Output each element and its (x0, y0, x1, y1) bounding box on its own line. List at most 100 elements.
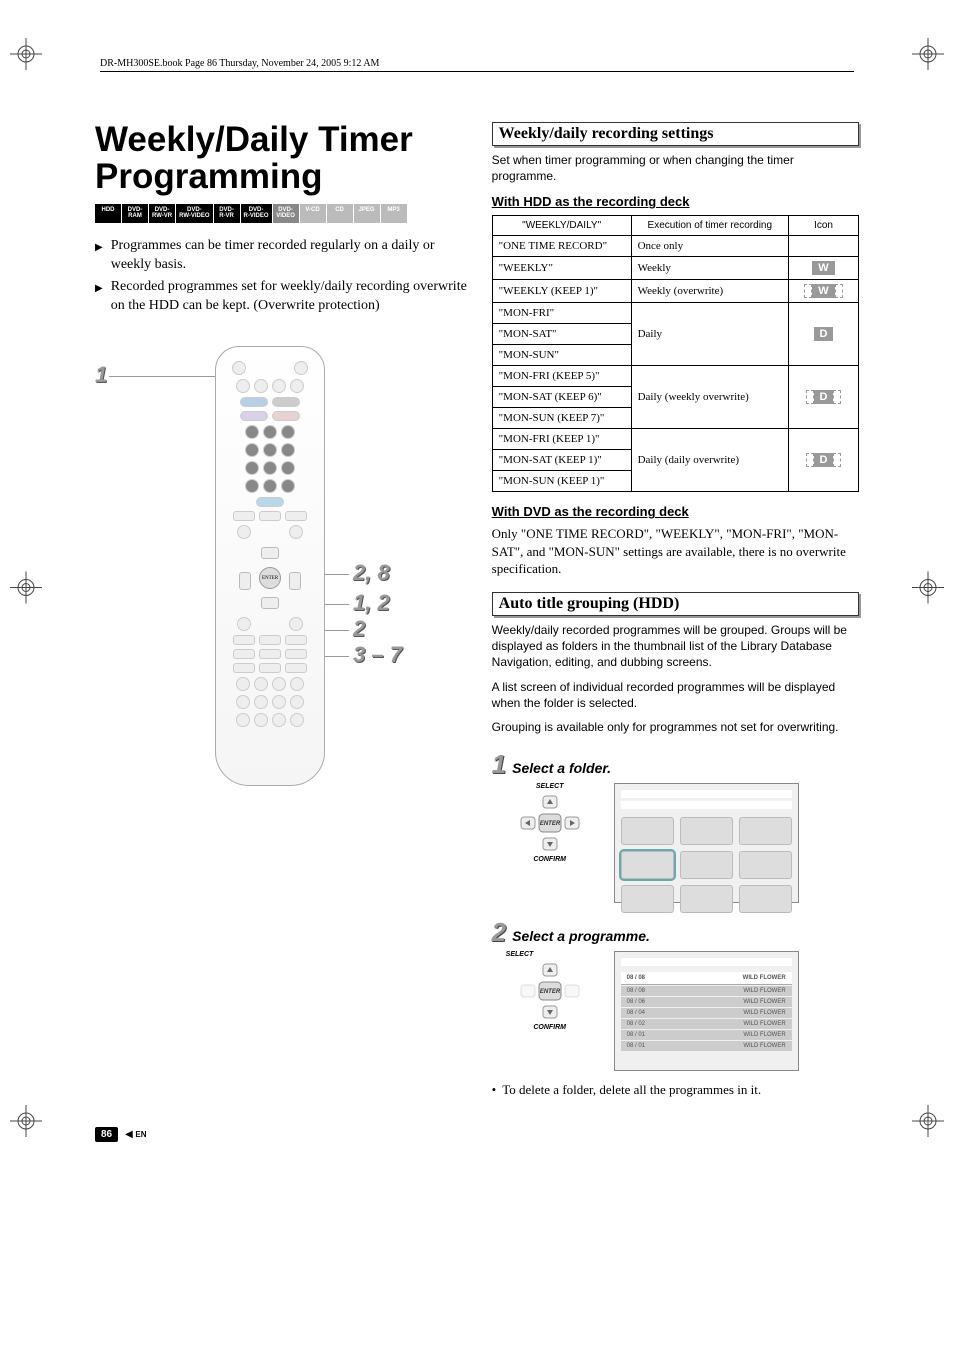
overwrite-icon: D (814, 453, 834, 467)
list-row: 08 / 01 WILD FLOWER (621, 1041, 792, 1051)
weekly-daily-cell: "ONE TIME RECORD" (492, 236, 631, 257)
execution-cell: Daily (daily overwrite) (631, 429, 788, 492)
table-row: "WEEKLY (KEEP 1)"Weekly (overwrite) W (492, 280, 858, 303)
list-row-date: 08 / 02 (627, 1021, 645, 1027)
thumbnail-screen-figure (614, 783, 799, 903)
remote-callout-label: 1, 2 (353, 590, 390, 616)
format-badge-row: HDD DVD- RAM DVD- RW-VR DVD- RW-VIDEO DV… (95, 204, 470, 223)
table-header: Execution of timer recording (631, 216, 788, 236)
paragraph: A list screen of individual recorded pro… (492, 679, 859, 711)
icon-cell: D (789, 429, 859, 492)
print-reg-mark (10, 38, 42, 75)
note-text: To delete a folder, delete all the progr… (502, 1081, 761, 1099)
timer-icon: W (812, 261, 834, 275)
paragraph: Set when timer programming or when chang… (492, 152, 859, 184)
list-row-title: WILD FLOWER (743, 1043, 785, 1049)
sub-heading: With DVD as the recording deck (492, 504, 859, 519)
weekly-daily-cell: "MON-SAT" (492, 324, 631, 345)
step-text: Select a programme. (512, 928, 650, 944)
list-row: 08 / 04 WILD FLOWER (621, 1008, 792, 1018)
weekly-daily-cell: "MON-SAT (KEEP 1)" (492, 450, 631, 471)
list-header-right: WILD FLOWER (743, 975, 786, 981)
weekly-daily-cell: "MON-SAT (KEEP 6)" (492, 387, 631, 408)
bullet-item: ▶ Recorded programmes set for weekly/dai… (95, 278, 470, 316)
table-row: "MON-FRI"DailyD (492, 303, 858, 324)
table-header: "WEEKLY/DAILY" (492, 216, 631, 236)
list-header-left: 08 / 08 (627, 975, 645, 981)
recording-settings-table: "WEEKLY/DAILY" Execution of timer record… (492, 215, 859, 492)
icon-cell (789, 236, 859, 257)
book-header-line: DR-MH300SE.book Page 86 Thursday, Novemb… (100, 58, 854, 72)
icon-cell: W (789, 280, 859, 303)
icon-cell: W (789, 257, 859, 280)
table-row: "ONE TIME RECORD"Once only (492, 236, 858, 257)
paragraph: Only "ONE TIME RECORD", "WEEKLY", "MON-F… (492, 525, 859, 578)
enter-label: ENTER (540, 821, 561, 827)
list-row: 08 / 02WILD FLOWER (621, 1019, 792, 1029)
sub-heading: With HDD as the recording deck (492, 194, 859, 209)
format-badge: DVD- R-VR (214, 204, 240, 223)
format-badge: DVD- VIDEO (273, 204, 299, 223)
bullet-item: ▶ Programmes can be timer recorded regul… (95, 237, 470, 275)
weekly-daily-cell: "MON-SUN" (492, 345, 631, 366)
paragraph: Grouping is available only for programme… (492, 719, 859, 735)
section-heading: Weekly/daily recording settings (492, 122, 859, 146)
select-label: SELECT (506, 951, 594, 958)
list-screen-figure: 08 / 08 WILD FLOWER 08 / 08WILD FLOWER08… (614, 951, 799, 1071)
lang-code: EN (135, 1130, 146, 1139)
execution-cell: Once only (631, 236, 788, 257)
section-heading: Auto title grouping (HDD) (492, 592, 859, 616)
format-badge: JPEG (354, 204, 380, 223)
format-badge: CD (327, 204, 353, 223)
confirm-label: CONFIRM (506, 1024, 594, 1031)
execution-cell: Weekly (overwrite) (631, 280, 788, 303)
title-line: Weekly/Daily Timer (95, 120, 413, 159)
print-reg-mark (10, 1105, 42, 1142)
list-row: 08 / 01WILD FLOWER (621, 1030, 792, 1040)
step-text: Select a folder. (512, 760, 611, 776)
list-row: 08 / 08 WILD FLOWER (621, 986, 792, 996)
list-row-title: WILD FLOWER (743, 988, 785, 994)
format-badge: HDD (95, 204, 121, 223)
note-bullet: • To delete a folder, delete all the pro… (492, 1081, 859, 1099)
overwrite-icon: W (812, 284, 834, 298)
remote-dpad: ENTER (239, 547, 301, 609)
dpad-select-confirm-figure: SELECT ENTER CONFIRM (506, 951, 594, 1031)
format-badge: DVD- RW-VIDEO (176, 204, 212, 223)
step-number: 2 (492, 919, 506, 945)
list-row-date: 08 / 01 (627, 1043, 645, 1049)
remote-body: ENTER (215, 346, 325, 786)
weekly-daily-cell: "MON-FRI (KEEP 5)" (492, 366, 631, 387)
list-row-title: WILD FLOWER (743, 1010, 785, 1016)
list-row-date: 08 / 08 (627, 988, 645, 994)
confirm-label: CONFIRM (506, 856, 594, 863)
bullet-arrow-icon: ▶ (95, 282, 103, 316)
svg-text:ENTER: ENTER (540, 989, 561, 995)
weekly-daily-cell: "WEEKLY" (492, 257, 631, 280)
page-footer: 86 ▶ EN (95, 1129, 859, 1140)
table-header: Icon (789, 216, 859, 236)
execution-cell: Weekly (631, 257, 788, 280)
print-reg-mark (10, 571, 42, 608)
weekly-daily-cell: "WEEKLY (KEEP 1)" (492, 280, 631, 303)
page-title: Weekly/Daily Timer Programming (95, 122, 470, 196)
icon-cell: D (789, 366, 859, 429)
title-line: Programming (95, 157, 323, 196)
dpad-select-confirm-figure: SELECT ENTER CONFIRM (506, 783, 594, 863)
step-number: 1 (492, 751, 506, 777)
intro-bullets: ▶ Programmes can be timer recorded regul… (95, 237, 470, 317)
print-reg-mark (912, 38, 944, 75)
list-row-date: 08 / 04 (627, 1010, 645, 1016)
weekly-daily-cell: "MON-FRI (KEEP 1)" (492, 429, 631, 450)
select-label: SELECT (506, 783, 594, 790)
format-badge: V-CD (300, 204, 326, 223)
timer-icon: D (814, 327, 834, 341)
remote-callout-label: 1 (95, 362, 107, 388)
weekly-daily-cell: "MON-SUN (KEEP 1)" (492, 471, 631, 492)
table-row: "MON-FRI (KEEP 1)"Daily (daily overwrite… (492, 429, 858, 450)
weekly-daily-cell: "MON-FRI" (492, 303, 631, 324)
remote-callout-label: 2 (353, 616, 365, 642)
list-row-title: WILD FLOWER (743, 1032, 785, 1038)
step-row: 2 Select a programme. (492, 919, 859, 945)
list-row: 08 / 06WILD FLOWER (621, 997, 792, 1007)
